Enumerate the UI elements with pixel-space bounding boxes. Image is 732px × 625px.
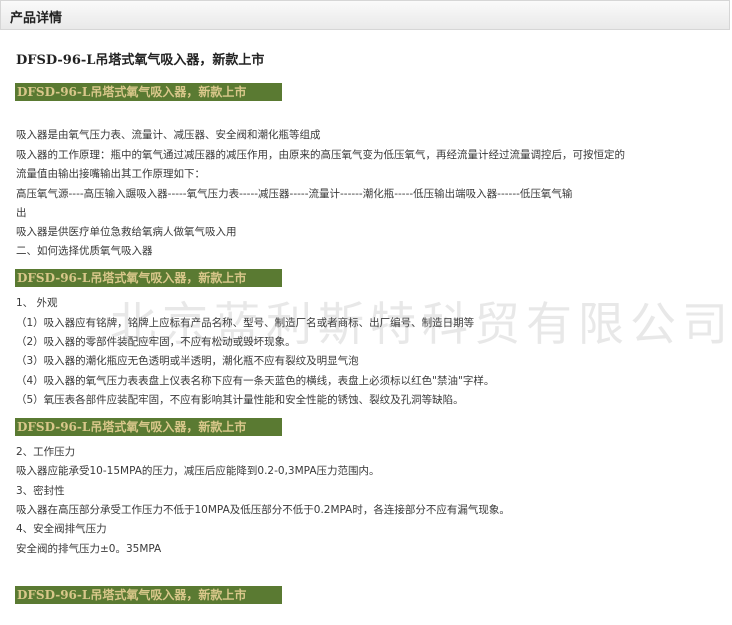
section-line: 2、工作压力	[16, 446, 76, 458]
section-line: （4）吸入器的氧气压力表表盘上仪表名称下应有一条天蓝色的横线，表盘上必须标以红色…	[16, 375, 495, 387]
intro-line: 二、如何选择优质氧气吸入器	[16, 245, 153, 257]
section-line: 吸入器在高压部分承受工作压力不低于10MPA及低压部分不低于0.2MPA时，各连…	[16, 504, 510, 516]
section-line: （2）吸入器的零部件装配应牢固，不应有松动或毁坏现象。	[16, 336, 296, 348]
intro-line: 吸入器的工作原理：瓶中的氧气通过减压器的减压作用，由原来的高压氧气变为低压氧气，…	[16, 149, 625, 161]
product-banner: DFSD-96-L吊塔式氧气吸入器，新款上市	[15, 269, 282, 287]
section-line: 3、密封性	[16, 485, 65, 497]
section-line: （3）吸入器的潮化瓶应无色透明或半透明，潮化瓶不应有裂纹及明显气泡	[16, 355, 359, 367]
section-header: 产品详情	[0, 0, 730, 30]
section-line: 1、 外观	[16, 297, 58, 309]
product-banner: DFSD-96-L吊塔式氧气吸入器，新款上市	[15, 586, 282, 604]
section-line: 吸入器应能承受10-15MPA的压力，减压后应能降到0.2-0,3MPA压力范围…	[16, 465, 380, 477]
section-line: 4、安全阀排气压力	[16, 523, 107, 535]
product-banner: DFSD-96-L吊塔式氧气吸入器，新款上市	[15, 418, 282, 436]
intro-line: 出	[16, 207, 27, 219]
intro-line: 吸入器是供医疗单位急救给氧病人做氧气吸入用	[16, 226, 237, 238]
intro-line: 流量值由输出接嘴输出其工作原理如下：	[16, 168, 205, 180]
section-line: 安全阀的排气压力±0。35MPA	[16, 543, 162, 555]
section-line: （1）吸入器应有铭牌，铭牌上应标有产品名称、型号、制造厂名或者商标、出厂编号、制…	[16, 317, 475, 329]
product-banner: DFSD-96-L吊塔式氧气吸入器，新款上市	[15, 83, 282, 101]
intro-line: 吸入器是由氧气压力表、流量计、减压器、安全阀和潮化瓶等组成	[16, 129, 321, 141]
section-header-title: 产品详情	[10, 11, 63, 26]
product-title: DFSD-96-L吊塔式氧气吸入器，新款上市	[16, 53, 265, 68]
intro-line: 高压氧气源----高压输入蹍吸入器-----氧气压力表-----减压器-----…	[16, 188, 573, 200]
section-line: （5）氧压表各部件应装配牢固，不应有影响其计量性能和安全性能的锈蚀、裂纹及孔洞等…	[16, 394, 464, 406]
